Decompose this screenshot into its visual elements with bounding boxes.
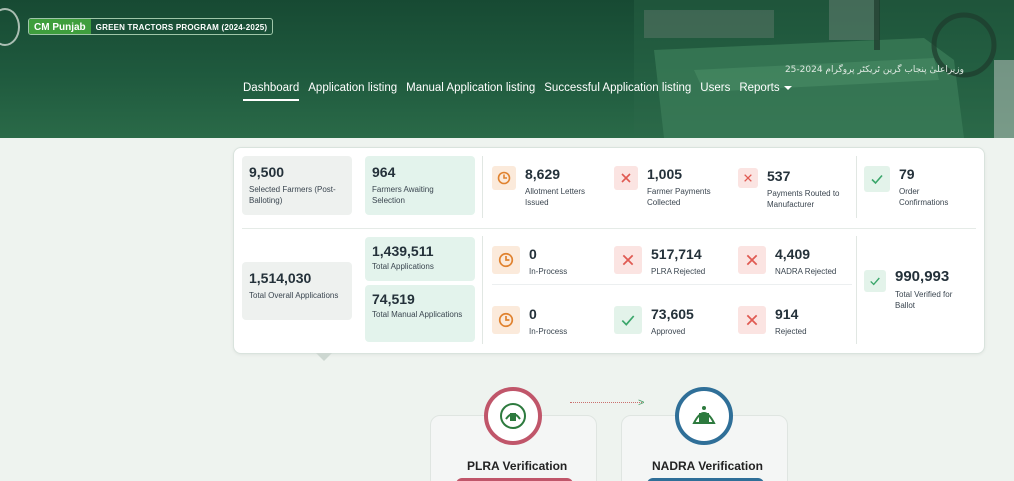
stat-order-confirmations: 79 Order Confirmations <box>864 166 963 208</box>
cross-icon <box>738 168 758 188</box>
stat-label: In-Process <box>529 327 568 336</box>
cross-icon <box>614 166 638 190</box>
stat-value: 1,439,511 <box>372 243 434 259</box>
check-icon <box>864 270 886 292</box>
stat-value: 964 <box>372 164 396 180</box>
stats-card: 9,500 Selected Farmers (Post-Balloting) … <box>233 147 985 354</box>
stat-label: Rejected <box>775 327 807 336</box>
column-divider <box>856 156 857 218</box>
stat-payments-routed: 537 Payments Routed to Manufacturer <box>738 168 851 210</box>
brand-program-label: GREEN TRACTORS PROGRAM (2024-2025) <box>95 23 268 32</box>
stat-label: NADRA Rejected <box>775 267 837 276</box>
nav-manual-application-listing[interactable]: Manual Application listing <box>406 82 535 101</box>
stat-value: 73,605 <box>651 306 694 322</box>
stat-allotment-letters: 8,629 Allotment Letters Issued <box>492 166 595 208</box>
stat-value: 1,005 <box>647 166 683 182</box>
nav-application-listing[interactable]: Application listing <box>308 82 397 101</box>
stat-label: Total Verified for Ballot <box>895 290 953 310</box>
inner-divider <box>492 284 852 285</box>
stat-label: In-Process <box>529 267 568 276</box>
stat-label: Order Confirmations <box>899 187 949 207</box>
stat-farmer-payments: 1,005 Farmer Payments Collected <box>614 166 719 208</box>
stat-approved: 73,605 Approved <box>614 306 694 337</box>
stat-label: Farmers Awaiting Selection <box>372 185 434 205</box>
clock-icon <box>492 166 516 190</box>
column-divider <box>856 236 857 344</box>
banner-urdu-text: وزیراعلیٰ پنجاب گرین ٹریکٹر پروگرام 2024… <box>785 63 964 75</box>
column-divider <box>482 156 483 218</box>
tractor-banner-image: وزیراعلیٰ پنجاب گرین ٹریکٹر پروگرام 2024… <box>634 0 1014 138</box>
stat-rejected: 914 Rejected <box>738 306 807 337</box>
chevron-down-icon <box>783 85 792 90</box>
stat-selected-farmers: 9,500 Selected Farmers (Post-Balloting) <box>242 156 352 215</box>
stat-total-overall: 1,514,030 Total Overall Applications <box>242 262 352 320</box>
stat-nadra-rejected: 4,409 NADRA Rejected <box>738 246 836 277</box>
stat-value: 74,519 <box>372 291 415 307</box>
stat-value: 990,993 <box>895 268 950 285</box>
stat-label: Selected Farmers (Post-Balloting) <box>249 185 336 205</box>
stat-label: PLRA Rejected <box>651 267 706 276</box>
stat-value: 4,409 <box>775 246 811 262</box>
stat-total-applications: 1,439,511 Total Applications <box>365 237 475 281</box>
stat-farmers-awaiting: 964 Farmers Awaiting Selection <box>365 156 475 215</box>
arrow-right-icon: > <box>638 397 645 409</box>
stat-label: Payments Routed to Manufacturer <box>767 189 840 209</box>
stat-value: 1,514,030 <box>249 270 312 286</box>
nav-reports-label: Reports <box>739 82 780 94</box>
nav-reports[interactable]: Reports <box>739 82 792 101</box>
stat-manual-in-process: 0 In-Process <box>492 306 567 337</box>
main-nav: Dashboard Application listing Manual App… <box>243 82 801 101</box>
stat-label: Approved <box>651 327 686 336</box>
stat-label: Allotment Letters Issued <box>525 187 586 207</box>
clock-icon <box>492 306 520 334</box>
stat-value: 9,500 <box>249 164 285 180</box>
nav-users[interactable]: Users <box>700 82 730 101</box>
cross-icon <box>738 246 766 274</box>
stat-value: 8,629 <box>525 166 561 182</box>
row-divider <box>242 228 976 229</box>
check-icon <box>614 306 642 334</box>
stat-label: Farmer Payments Collected <box>647 187 711 207</box>
punjab-logo-icon <box>0 8 20 46</box>
flow-arrow <box>570 402 642 403</box>
nav-successful-application-listing[interactable]: Successful Application listing <box>544 82 691 101</box>
card-pointer <box>316 353 332 361</box>
nav-dashboard[interactable]: Dashboard <box>243 82 300 101</box>
check-icon <box>864 166 890 192</box>
stat-value: 537 <box>767 168 791 184</box>
brand-cm-label: CM Punjab <box>29 19 91 34</box>
header-banner: وزیراعلیٰ پنجاب گرین ٹریکٹر پروگرام 2024… <box>0 0 1014 138</box>
program-brand: CM Punjab GREEN TRACTORS PROGRAM (2024-2… <box>28 18 274 35</box>
cross-icon <box>614 246 642 274</box>
stat-value: 914 <box>775 306 799 322</box>
stat-label: Total Manual Applications <box>372 310 463 319</box>
stat-plra-rejected: 517,714 PLRA Rejected <box>614 246 705 277</box>
stat-value: 0 <box>529 246 537 262</box>
stat-value: 517,714 <box>651 246 702 262</box>
stat-value: 79 <box>899 166 915 182</box>
plra-emblem-icon <box>484 387 542 445</box>
stat-total-manual: 74,519 Total Manual Applications <box>365 285 475 342</box>
column-divider <box>482 236 483 344</box>
stat-label: Total Applications <box>372 262 434 271</box>
stat-value: 0 <box>529 306 537 322</box>
stat-total-verified: 990,993 Total Verified for Ballot <box>864 268 965 311</box>
nadra-verification-title: NADRA Verification <box>652 459 763 473</box>
stat-label: Total Overall Applications <box>249 291 339 300</box>
clock-icon <box>492 246 520 274</box>
cross-icon <box>738 306 766 334</box>
stat-plra-in-process: 0 In-Process <box>492 246 567 277</box>
nadra-emblem-icon <box>675 387 733 445</box>
plra-verification-title: PLRA Verification <box>467 459 568 473</box>
